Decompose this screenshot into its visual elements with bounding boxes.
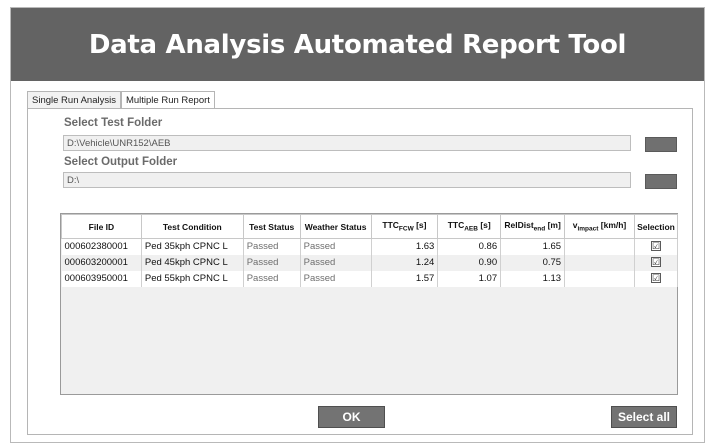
cell-v-impact — [564, 270, 635, 287]
selection-checkbox[interactable]: ☑ — [650, 241, 661, 252]
results-table: File ID Test Condition Test Status Weath… — [61, 214, 679, 287]
cell-weather-status: Passed — [300, 254, 372, 271]
cell-file-id: 000603200001 — [61, 254, 142, 271]
cell-reldist: 0.75 — [500, 254, 566, 271]
v-impact-sub: impact — [577, 225, 599, 233]
ok-button[interactable]: OK — [318, 406, 385, 428]
col-ttc-aeb[interactable]: TTCAEB [s] — [437, 214, 502, 239]
cell-weather-status: Passed — [300, 238, 372, 255]
cell-selection: ☑ — [634, 238, 679, 255]
cell-test-status: Passed — [243, 270, 301, 287]
col-weather-status[interactable]: Weather Status — [299, 214, 372, 239]
browse-output-folder-button[interactable] — [645, 174, 677, 189]
col-test-condition[interactable]: Test Condition — [140, 214, 244, 239]
cell-test-condition: Ped 45kph CPNC L — [141, 254, 244, 271]
reldist-unit: [m] — [545, 220, 561, 231]
v-impact-unit: [km/h] — [598, 220, 627, 231]
col-ttc-fcw[interactable]: TTCFCW [s] — [370, 214, 439, 239]
ttc-fcw-main: TTC — [382, 220, 399, 231]
output-folder-field[interactable]: D:\ — [63, 172, 631, 188]
cell-ttc-fcw: 1.63 — [371, 238, 439, 255]
cell-test-status: Passed — [243, 254, 301, 271]
cell-file-id: 000602380001 — [61, 238, 142, 255]
col-test-status[interactable]: Test Status — [242, 214, 301, 239]
table-row[interactable]: 000603950001 Ped 55kph CPNC L Passed Pas… — [61, 270, 679, 287]
cell-test-status: Passed — [243, 238, 301, 255]
title-bar: Data Analysis Automated Report Tool — [11, 8, 704, 81]
output-folder-label: Select Output Folder — [64, 156, 178, 168]
col-v-impact[interactable]: vimpact [km/h] — [564, 214, 635, 239]
cell-selection: ☑ — [634, 254, 679, 271]
col-file-id[interactable]: File ID — [61, 214, 142, 239]
selection-checkbox[interactable]: ☑ — [650, 257, 661, 267]
selection-checkbox[interactable]: ☑ — [650, 273, 661, 283]
ttc-fcw-unit: [s] — [413, 220, 427, 231]
test-folder-label: Select Test Folder — [64, 117, 163, 129]
cell-v-impact — [564, 238, 635, 255]
cell-weather-status: Passed — [300, 270, 372, 287]
reldist-main: RelDist — [504, 220, 534, 231]
cell-ttc-aeb: 1.07 — [437, 270, 502, 287]
table-header-row: File ID Test Condition Test Status Weath… — [61, 214, 679, 239]
tab-multiple-run-report[interactable]: Multiple Run Report — [120, 91, 215, 109]
cell-ttc-fcw: 1.24 — [371, 254, 439, 271]
browse-test-folder-button[interactable] — [645, 137, 677, 152]
cell-reldist: 1.13 — [500, 270, 566, 287]
table-row[interactable]: 000603200001 Ped 45kph CPNC L Passed Pas… — [61, 254, 679, 271]
app-title: Data Analysis Automated Report Tool — [88, 29, 627, 60]
multiple-run-report-panel: Select Test Folder D:\Vehicle\UNR152\AEB… — [27, 108, 693, 435]
cell-test-condition: Ped 35kph CPNC L — [141, 238, 244, 255]
ttc-aeb-main: TTC — [447, 220, 465, 231]
cell-ttc-aeb: 0.90 — [437, 254, 502, 271]
cell-file-id: 000603950001 — [61, 270, 142, 287]
reldist-sub: end — [533, 225, 546, 233]
ttc-aeb-sub: AEB — [464, 225, 478, 233]
cell-reldist: 1.65 — [500, 238, 566, 255]
cell-v-impact — [564, 254, 635, 271]
cell-ttc-aeb: 0.86 — [437, 238, 502, 255]
cell-ttc-fcw: 1.57 — [371, 270, 439, 287]
table-row[interactable]: 000602380001 Ped 35kph CPNC L Passed Pas… — [61, 238, 679, 255]
cell-selection: ☑ — [634, 270, 679, 287]
select-all-button[interactable]: Select all — [611, 406, 677, 428]
tab-single-run-analysis[interactable]: Single Run Analysis — [27, 91, 121, 109]
col-reldist[interactable]: RelDistend [m] — [500, 214, 566, 239]
col-selection[interactable]: Selection — [633, 214, 679, 239]
ttc-aeb-unit: [s] — [477, 220, 491, 231]
results-table-container: File ID Test Condition Test Status Weath… — [60, 213, 679, 395]
test-folder-field[interactable]: D:\Vehicle\UNR152\AEB — [63, 135, 631, 151]
tab-bar: Single Run Analysis Multiple Run Report — [27, 89, 215, 109]
cell-test-condition: Ped 55kph CPNC L — [141, 270, 244, 287]
ttc-fcw-sub: FCW — [398, 225, 414, 233]
app-window: Data Analysis Automated Report Tool Sing… — [10, 7, 705, 443]
